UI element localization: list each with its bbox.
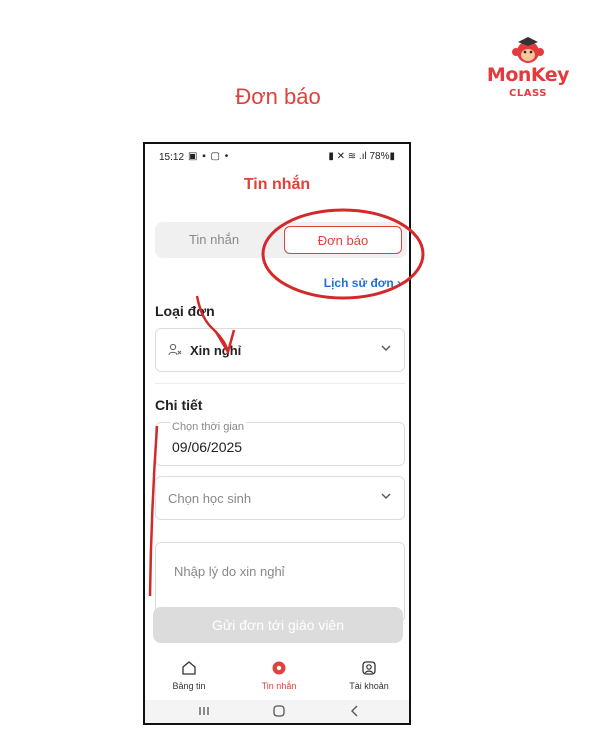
home-button-icon[interactable] xyxy=(272,704,286,721)
notification-icons: ▣ ▪ ▢ • xyxy=(188,151,230,162)
bottom-tab-bar: Bảng tin Tin nhắn Tài khoản xyxy=(145,656,409,696)
type-select[interactable]: Xin nghỉ xyxy=(155,328,405,372)
tab-messages[interactable]: Tin nhắn xyxy=(155,222,273,258)
status-time: 15:12 xyxy=(159,152,185,163)
date-label: Chọn thời gian xyxy=(170,421,247,433)
recent-apps-icon[interactable] xyxy=(197,704,211,721)
tab-newsfeed[interactable]: Bảng tin xyxy=(149,656,229,691)
tab-label: Tài khoản xyxy=(349,681,389,691)
home-icon xyxy=(149,660,229,680)
tab-label: Tin nhắn xyxy=(261,681,297,691)
form-content: Tin nhắn Đơn báo Lịch sử đơn › Loại đơn … xyxy=(149,208,407,654)
reason-placeholder: Nhập lý do xin nghỉ xyxy=(174,564,285,579)
back-icon[interactable] xyxy=(348,704,362,721)
date-value: 09/06/2025 xyxy=(172,439,243,455)
tab-label: Bảng tin xyxy=(172,681,206,691)
detail-label: Chi tiết xyxy=(155,397,203,413)
phone-screenshot: 15:12 ▣ ▪ ▢ • ▮ ✕ ≋ .ıl 78%▮ Tin nhắn Ti… xyxy=(143,142,411,725)
account-icon xyxy=(329,660,409,680)
monkey-face-icon xyxy=(512,37,544,63)
history-link[interactable]: Lịch sử đơn › xyxy=(324,276,401,290)
chevron-down-icon xyxy=(380,490,392,505)
monkey-class-logo: MonKey CLASS xyxy=(482,34,574,108)
status-bar: 15:12 ▣ ▪ ▢ • ▮ ✕ ≋ .ıl 78%▮ xyxy=(145,144,409,170)
student-select[interactable]: Chọn học sinh xyxy=(155,476,405,520)
chevron-down-icon xyxy=(380,342,392,357)
tab-account[interactable]: Tài khoản xyxy=(329,656,409,691)
student-placeholder: Chọn học sinh xyxy=(168,491,252,506)
app-title: Tin nhắn xyxy=(243,176,311,193)
chat-icon xyxy=(239,660,319,680)
type-value: Xin nghỉ xyxy=(190,343,242,358)
submit-button[interactable]: Gửi đơn tới giáo viên xyxy=(153,607,403,643)
system-icons: ▮ ✕ ≋ .ıl 78%▮ xyxy=(328,151,395,162)
date-picker[interactable]: Chọn thời gian 09/06/2025 xyxy=(155,421,405,466)
brand-subtitle: CLASS xyxy=(509,88,547,99)
brand-name: MonKey xyxy=(486,64,570,86)
tab-messages-bottom[interactable]: Tin nhắn xyxy=(239,656,319,691)
tab-reports[interactable]: Đơn báo xyxy=(284,226,402,254)
divider xyxy=(155,383,405,384)
segment-control: Tin nhắn Đơn báo xyxy=(155,222,407,258)
person-remove-icon xyxy=(168,343,182,360)
type-label: Loại đơn xyxy=(155,303,215,319)
android-nav-bar xyxy=(145,700,409,723)
slide-title: Đơn báo xyxy=(235,84,321,109)
